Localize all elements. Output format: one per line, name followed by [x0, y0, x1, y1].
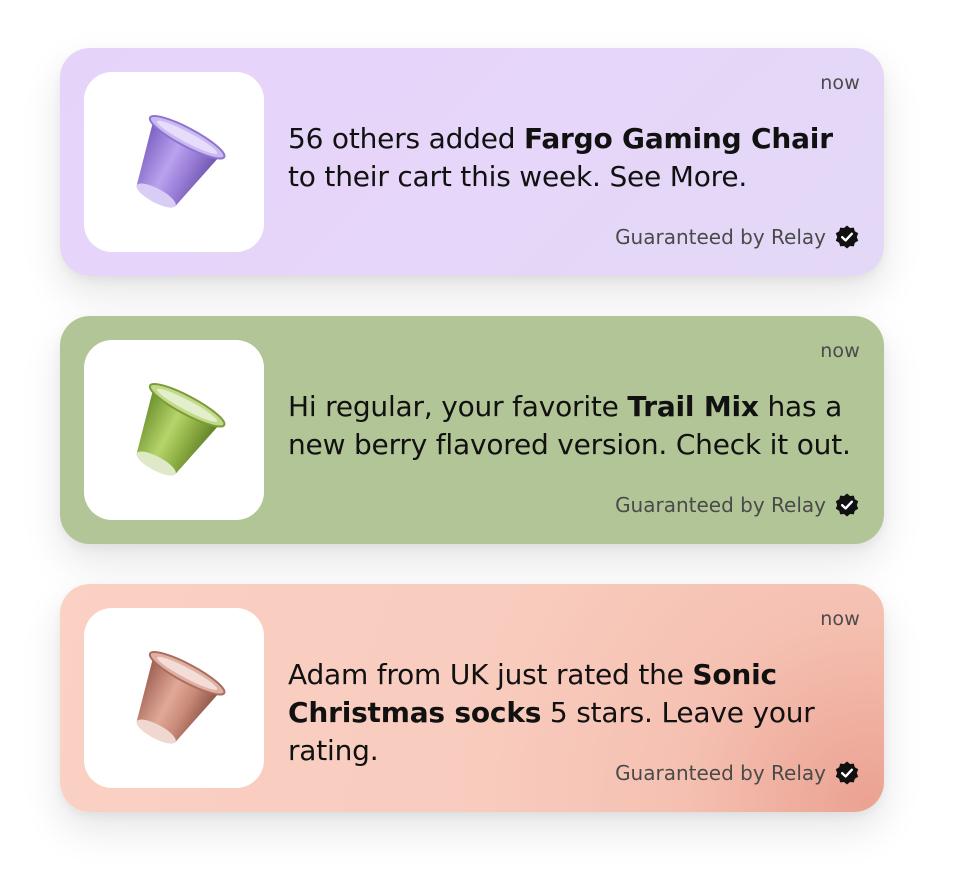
timestamp: now [820, 72, 860, 94]
timestamp: now [820, 608, 860, 630]
coffee-capsule-icon [136, 383, 226, 476]
message-text: Adam from UK just rated the [288, 658, 693, 691]
guarantee-label: Guaranteed by Relay [615, 224, 860, 250]
verified-badge-icon [834, 224, 860, 250]
product-name: Trail Mix [627, 390, 759, 423]
verified-badge-icon [834, 492, 860, 518]
product-thumbnail [84, 608, 264, 788]
notification-card[interactable]: now 56 others added Fargo Gaming Chair t… [60, 48, 884, 276]
guarantee-label: Guaranteed by Relay [615, 492, 860, 518]
product-thumbnail [84, 340, 264, 520]
coffee-capsule-icon [136, 651, 226, 744]
coffee-capsule-icon [136, 115, 226, 208]
notification-card[interactable]: now Hi regular, your favorite Trail Mix … [60, 316, 884, 544]
timestamp: now [820, 340, 860, 362]
notification-card[interactable]: now Adam from UK just rated the Sonic Ch… [60, 584, 884, 812]
notification-message[interactable]: Hi regular, your favorite Trail Mix has … [288, 388, 858, 464]
message-text: to their cart this week. See More. [288, 160, 748, 193]
message-text: Hi regular, your favorite [288, 390, 628, 423]
guarantee-text: Guaranteed by Relay [615, 225, 826, 249]
guarantee-label: Guaranteed by Relay [615, 760, 860, 786]
product-name: Fargo Gaming Chair [524, 122, 833, 155]
guarantee-text: Guaranteed by Relay [615, 493, 826, 517]
message-text: 56 others added [288, 122, 525, 155]
product-thumbnail [84, 72, 264, 252]
notification-message[interactable]: 56 others added Fargo Gaming Chair to th… [288, 120, 858, 196]
verified-badge-icon [834, 760, 860, 786]
notification-message[interactable]: Adam from UK just rated the Sonic Christ… [288, 656, 858, 770]
guarantee-text: Guaranteed by Relay [615, 761, 826, 785]
